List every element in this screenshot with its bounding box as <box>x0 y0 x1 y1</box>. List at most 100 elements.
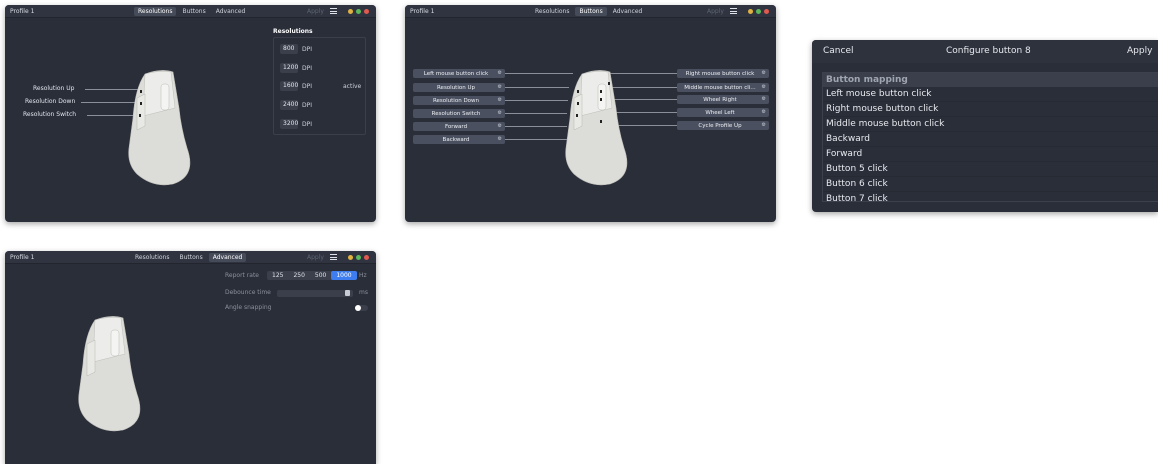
report-rate-option[interactable]: 500 <box>310 271 331 280</box>
gear-icon[interactable]: ⚙ <box>762 70 766 76</box>
button-mapping-right-click[interactable]: Right mouse button click ⚙ <box>677 69 769 78</box>
resolution-row[interactable]: 1600 DPI <box>280 81 312 91</box>
gear-icon[interactable]: ⚙ <box>762 109 766 115</box>
tab-advanced[interactable]: Advanced <box>208 253 247 262</box>
hamburger-icon[interactable] <box>330 8 337 14</box>
minimize-icon[interactable] <box>348 255 353 260</box>
list-item[interactable]: Button 5 click <box>823 162 1158 177</box>
gear-icon[interactable]: ⚙ <box>498 110 502 116</box>
cancel-button[interactable]: Cancel <box>823 46 854 56</box>
tab-bar: Resolutions Buttons Advanced <box>131 253 247 262</box>
tab-buttons[interactable]: Buttons <box>175 253 206 262</box>
dpi-unit: DPI <box>302 120 313 128</box>
tab-resolutions[interactable]: Resolutions <box>134 7 177 16</box>
gear-icon[interactable]: ⚙ <box>762 96 766 102</box>
mouse-illustration <box>128 70 191 186</box>
apply-button[interactable]: Apply <box>1127 46 1152 56</box>
profile-name[interactable]: Profile 1 <box>10 254 34 261</box>
mouse-illustration <box>78 316 141 432</box>
callout-line <box>505 126 567 127</box>
dialog-title: Configure button 8 <box>946 46 1031 56</box>
tab-resolutions[interactable]: Resolutions <box>531 7 573 16</box>
button-mapping-resolution-switch[interactable]: Resolution Switch ⚙ <box>413 109 505 118</box>
apply-button[interactable]: Apply <box>707 8 724 15</box>
resolution-row[interactable]: 800 DPI <box>280 44 312 54</box>
callout-line <box>505 100 568 101</box>
gear-icon[interactable]: ⚙ <box>498 123 502 129</box>
tab-advanced[interactable]: Advanced <box>609 7 647 16</box>
report-rate-option[interactable]: 250 <box>288 271 309 280</box>
button-mapping-wheel-right[interactable]: Wheel Right ⚙ <box>677 95 769 104</box>
mouse-illustration <box>565 70 628 186</box>
hamburger-icon[interactable] <box>730 8 737 14</box>
dpi-value[interactable]: 2400 <box>280 100 298 110</box>
button-mapping-cycle-profile[interactable]: Cycle Profile Up ⚙ <box>677 121 769 130</box>
tab-advanced[interactable]: Advanced <box>212 7 250 16</box>
dpi-value[interactable]: 3200 <box>280 119 298 129</box>
tab-bar: Resolutions Buttons Advanced <box>134 7 249 16</box>
stepper-icon[interactable] <box>345 290 350 296</box>
resolution-row[interactable]: 1200 DPI <box>280 63 312 73</box>
button-mapping-backward[interactable]: Backward ⚙ <box>413 135 505 144</box>
list-item[interactable]: Forward <box>823 147 1158 162</box>
minimize-icon[interactable] <box>748 9 753 14</box>
pill-label: Resolution Switch <box>431 110 481 117</box>
close-icon[interactable] <box>764 9 769 14</box>
dpi-value[interactable]: 1200 <box>280 63 298 73</box>
resolutions-title: Resolutions <box>273 28 313 35</box>
tab-resolutions[interactable]: Resolutions <box>131 253 173 262</box>
button-mapping-resolution-up[interactable]: Resolution Up ⚙ <box>413 83 505 92</box>
list-item[interactable]: Button 7 click <box>823 192 1158 201</box>
list-item[interactable]: Middle mouse button click <box>823 117 1158 132</box>
list-item[interactable]: Button 6 click <box>823 177 1158 192</box>
angle-snapping-toggle[interactable] <box>355 305 368 311</box>
button-mapping-resolution-down[interactable]: Resolution Down ⚙ <box>413 96 505 105</box>
titlebar: Profile 1 Resolutions Buttons Advanced A… <box>405 5 776 18</box>
dpi-value[interactable]: 1600 <box>280 81 298 91</box>
report-rate-option[interactable]: 125 <box>267 271 288 280</box>
button-mapping-list[interactable]: Button mapping Left mouse button click R… <box>822 72 1158 202</box>
gear-icon[interactable]: ⚙ <box>498 84 502 90</box>
maximize-icon[interactable] <box>356 255 361 260</box>
pill-label: Right mouse button click <box>685 70 755 77</box>
debounce-unit: ms <box>359 289 368 296</box>
minimize-icon[interactable] <box>348 9 353 14</box>
gear-icon[interactable]: ⚙ <box>498 136 502 142</box>
report-rate-option[interactable]: 1000 <box>331 271 357 280</box>
list-item[interactable]: Backward <box>823 132 1158 147</box>
button-mapping-middle-click[interactable]: Middle mouse button cli… ⚙ <box>677 83 769 92</box>
callout-resolution-switch: Resolution Switch <box>23 111 77 118</box>
angle-snapping-label: Angle snapping <box>225 304 272 311</box>
close-icon[interactable] <box>364 9 369 14</box>
pill-label: Middle mouse button cli… <box>684 84 756 91</box>
hamburger-icon[interactable] <box>330 254 337 260</box>
report-rate-label: Report rate <box>225 272 259 279</box>
resolution-row[interactable]: 3200 DPI <box>280 119 312 129</box>
gear-icon[interactable]: ⚙ <box>762 122 766 128</box>
dpi-value[interactable]: 800 <box>280 44 298 54</box>
button-mapping-forward[interactable]: Forward ⚙ <box>413 122 505 131</box>
list-item[interactable]: Left mouse button click <box>823 87 1158 102</box>
report-rate-selector[interactable]: 125 250 500 1000 <box>267 271 357 280</box>
apply-button[interactable]: Apply <box>307 8 324 15</box>
close-icon[interactable] <box>364 255 369 260</box>
button-mapping-wheel-left[interactable]: Wheel Left ⚙ <box>677 108 769 117</box>
list-item[interactable]: Right mouse button click <box>823 102 1158 117</box>
gear-icon[interactable]: ⚙ <box>498 97 502 103</box>
tab-buttons[interactable]: Buttons <box>575 7 607 16</box>
gear-icon[interactable]: ⚙ <box>498 70 502 76</box>
gear-icon[interactable]: ⚙ <box>762 84 766 90</box>
profile-name[interactable]: Profile 1 <box>410 8 434 15</box>
tab-buttons[interactable]: Buttons <box>178 7 209 16</box>
dpi-unit: DPI <box>302 45 313 53</box>
debounce-input[interactable] <box>277 290 353 297</box>
pill-label: Backward <box>442 136 470 143</box>
maximize-icon[interactable] <box>356 9 361 14</box>
active-label: active <box>343 83 362 90</box>
resolution-row[interactable]: 2400 DPI <box>280 100 312 110</box>
apply-button[interactable]: Apply <box>307 254 324 261</box>
profile-name[interactable]: Profile 1 <box>10 8 34 15</box>
maximize-icon[interactable] <box>756 9 761 14</box>
button-mapping-left-click[interactable]: Left mouse button click ⚙ <box>413 69 505 78</box>
report-rate-unit: Hz <box>359 272 367 279</box>
